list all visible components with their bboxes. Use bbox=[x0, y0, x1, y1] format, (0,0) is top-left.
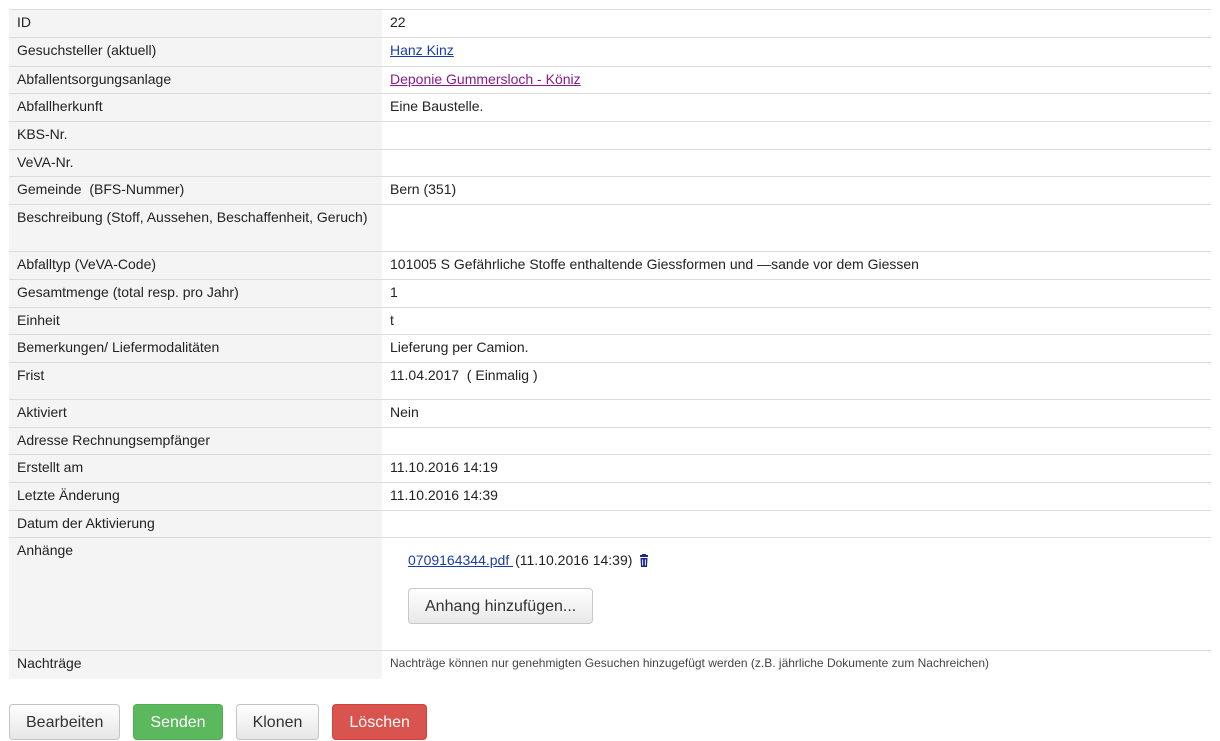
send-button[interactable]: Senden bbox=[133, 704, 223, 740]
attachment-date: (11.10.2016 14:39) bbox=[515, 552, 633, 568]
id-value: 22 bbox=[382, 9, 1211, 38]
row-label: Beschreibung (Stoff, Aussehen, Beschaffe… bbox=[9, 204, 382, 252]
delete-button[interactable]: Löschen bbox=[332, 704, 427, 740]
attachment-item: 0709164344.pdf (11.10.2016 14:39) bbox=[408, 552, 1203, 569]
row-label: Datum der Aktivierung bbox=[9, 510, 382, 538]
kbs-value bbox=[382, 121, 1211, 150]
row-label: Gesuchsteller (aktuell) bbox=[9, 37, 382, 67]
row-label: KBS-Nr. bbox=[9, 121, 382, 150]
row-label: Aktiviert bbox=[9, 399, 382, 428]
applicant-link[interactable]: Hanz Kinz bbox=[390, 42, 454, 58]
row-deadline: Frist 11.04.2017 ( Einmalig ) bbox=[9, 362, 1211, 400]
waste-type-value: 101005 S Gefährliche Stoffe enthaltende … bbox=[382, 251, 1211, 280]
row-label: Einheit bbox=[9, 307, 382, 335]
quantity-value: 1 bbox=[382, 279, 1211, 308]
row-facility: Abfallentsorgungsanlage Deponie Gummersl… bbox=[9, 66, 1211, 94]
row-activated: Aktiviert Nein bbox=[9, 399, 1211, 428]
municipality-value: Bern (351) bbox=[382, 176, 1211, 205]
clone-button[interactable]: Klonen bbox=[235, 704, 320, 740]
row-label: Bemerkungen/ Liefermodalitäten bbox=[9, 334, 382, 363]
row-veva: VeVA-Nr. bbox=[9, 149, 1211, 177]
unit-value: t bbox=[382, 307, 1211, 335]
deadline-value: 11.04.2017 ( Einmalig ) bbox=[382, 362, 1211, 400]
row-description: Beschreibung (Stoff, Aussehen, Beschaffe… bbox=[9, 204, 1211, 252]
row-label: Anhänge bbox=[9, 537, 382, 651]
row-label: Letzte Änderung bbox=[9, 482, 382, 511]
veva-value bbox=[382, 149, 1211, 177]
row-created: Erstellt am 11.10.2016 14:19 bbox=[9, 454, 1211, 483]
description-value bbox=[382, 204, 1211, 252]
supplements-note: Nachträge können nur genehmigten Gesuche… bbox=[382, 650, 1211, 679]
row-unit: Einheit t bbox=[9, 307, 1211, 335]
trash-icon[interactable] bbox=[637, 553, 651, 568]
row-quantity: Gesamtmenge (total resp. pro Jahr) 1 bbox=[9, 279, 1211, 308]
row-label: Erstellt am bbox=[9, 454, 382, 483]
facility-link[interactable]: Deponie Gummersloch - Köniz bbox=[390, 71, 581, 87]
row-label: Abfallentsorgungsanlage bbox=[9, 66, 382, 94]
add-attachment-button[interactable]: Anhang hinzufügen... bbox=[408, 588, 594, 624]
row-label: Nachträge bbox=[9, 650, 382, 679]
row-remarks: Bemerkungen/ Liefermodalitäten Lieferung… bbox=[9, 334, 1211, 363]
row-activation-date: Datum der Aktivierung bbox=[9, 510, 1211, 538]
origin-value: Eine Baustelle. bbox=[382, 93, 1211, 122]
modified-value: 11.10.2016 14:39 bbox=[382, 482, 1211, 511]
row-supplements: Nachträge Nachträge können nur genehmigt… bbox=[9, 650, 1211, 679]
row-id: ID 22 bbox=[9, 9, 1211, 38]
created-value: 11.10.2016 14:19 bbox=[382, 454, 1211, 483]
edit-button[interactable]: Bearbeiten bbox=[9, 704, 121, 740]
attachment-list: 0709164344.pdf (11.10.2016 14:39) Anhang… bbox=[390, 542, 1203, 624]
row-municipality: Gemeinde (BFS-Nummer) Bern (351) bbox=[9, 176, 1211, 205]
row-label: Adresse Rechnungsempfänger bbox=[9, 427, 382, 455]
remarks-value: Lieferung per Camion. bbox=[382, 334, 1211, 363]
row-origin: Abfallherkunft Eine Baustelle. bbox=[9, 93, 1211, 122]
row-attachments: Anhänge 0709164344.pdf (11.10.2016 14:39… bbox=[9, 537, 1211, 651]
row-billing-address: Adresse Rechnungsempfänger bbox=[9, 427, 1211, 455]
row-label: Frist bbox=[9, 362, 382, 400]
row-kbs: KBS-Nr. bbox=[9, 121, 1211, 150]
billing-address-value bbox=[382, 427, 1211, 455]
details-table: ID 22 Gesuchsteller (aktuell) Hanz Kinz … bbox=[9, 9, 1211, 679]
activated-value: Nein bbox=[382, 399, 1211, 428]
attachment-file-link[interactable]: 0709164344.pdf bbox=[408, 552, 513, 569]
row-label: Gesamtmenge (total resp. pro Jahr) bbox=[9, 279, 382, 308]
row-waste-type: Abfalltyp (VeVA-Code) 101005 S Gefährlic… bbox=[9, 251, 1211, 280]
row-modified: Letzte Änderung 11.10.2016 14:39 bbox=[9, 482, 1211, 511]
row-label: Abfallherkunft bbox=[9, 93, 382, 122]
activation-date-value bbox=[382, 510, 1211, 538]
row-label: Gemeinde (BFS-Nummer) bbox=[9, 176, 382, 205]
action-bar: Bearbeiten Senden Klonen Löschen bbox=[9, 704, 440, 740]
row-label: Abfalltyp (VeVA-Code) bbox=[9, 251, 382, 280]
row-label: VeVA-Nr. bbox=[9, 149, 382, 177]
row-label: ID bbox=[9, 9, 382, 38]
row-applicant: Gesuchsteller (aktuell) Hanz Kinz bbox=[9, 37, 1211, 67]
